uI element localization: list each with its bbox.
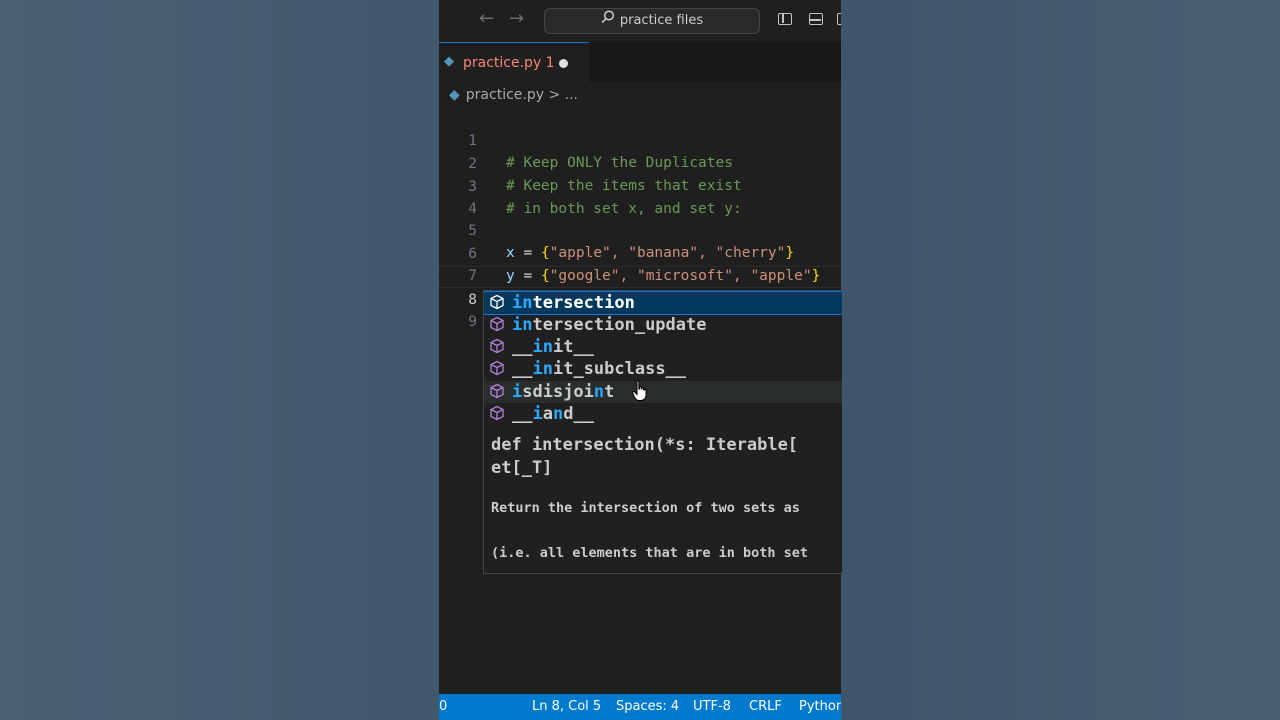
suggestion-label: isdisjoint bbox=[512, 382, 615, 402]
status-language[interactable]: Python bbox=[799, 694, 841, 720]
method-cube-icon bbox=[490, 294, 504, 310]
suggestion-label: intersection_update bbox=[512, 315, 707, 335]
status-encoding[interactable]: UTF-8 bbox=[693, 694, 731, 720]
search-text: practice files bbox=[619, 13, 704, 28]
suggestion-label: __init__ bbox=[512, 337, 594, 357]
method-cube-icon bbox=[490, 360, 504, 376]
suggest-widget: intersection intersection_update __init_… bbox=[483, 290, 842, 574]
suggestion-item[interactable]: __iand__ bbox=[484, 403, 842, 425]
forward-arrow-icon[interactable]: → bbox=[509, 8, 524, 29]
title-bar: ← → practice files bbox=[439, 0, 841, 43]
status-errors[interactable]: 0 bbox=[439, 694, 447, 720]
method-cube-icon bbox=[490, 383, 504, 399]
method-cube-icon bbox=[490, 405, 504, 421]
code-line: 2 # Keep the items that exist bbox=[439, 131, 841, 194]
tab-label: practice.py 1 bbox=[463, 55, 555, 71]
code-line: 1 # Keep ONLY the Duplicates bbox=[439, 108, 841, 171]
suggestion-item[interactable]: intersection bbox=[484, 291, 842, 315]
suggestion-label: __init_subclass__ bbox=[512, 359, 687, 379]
code-line: 3 # in both set x, and set y: bbox=[439, 154, 841, 217]
suggestion-label: __iand__ bbox=[512, 404, 594, 424]
status-bar: 0 Ln 8, Col 5 Spaces: 4 UTF-8 CRLF Pytho… bbox=[439, 694, 841, 720]
status-cursor-position[interactable]: Ln 8, Col 5 bbox=[532, 694, 601, 720]
breadcrumb-separator: > bbox=[548, 87, 561, 103]
signature: def intersection(*s: Iterable[ et[_T] bbox=[491, 435, 799, 478]
hand-pointer-icon bbox=[632, 380, 647, 401]
suggestion-item[interactable]: __init__ bbox=[484, 336, 842, 358]
suggestion-label: intersection bbox=[512, 293, 635, 313]
code-line: 7 bbox=[439, 243, 841, 284]
breadcrumb-ellipsis[interactable]: ... bbox=[565, 87, 578, 103]
python-file-icon: ◆ bbox=[444, 54, 454, 69]
line-number: 9 bbox=[468, 314, 477, 330]
breadcrumb: ◆ practice.py > ... bbox=[449, 87, 578, 103]
method-cube-icon bbox=[490, 338, 504, 354]
method-cube-icon bbox=[490, 316, 504, 332]
status-eol[interactable]: CRLF bbox=[749, 694, 782, 720]
suggestion-item[interactable]: __init_subclass__ bbox=[484, 358, 842, 380]
suggestion-details: def intersection(*s: Iterable[ et[_T] Re… bbox=[484, 426, 842, 573]
toggle-sidebar-icon[interactable] bbox=[778, 13, 792, 25]
doc-description: Return the intersection of two sets as bbox=[491, 500, 800, 516]
code-line: 5 x = {"apple", "banana", "cherry"} bbox=[439, 198, 841, 261]
current-code-line: 8 x.in bbox=[439, 266, 841, 330]
command-center-search[interactable]: practice files bbox=[544, 8, 760, 34]
toggle-panel-icon[interactable] bbox=[809, 13, 823, 25]
code-line: 4 bbox=[439, 176, 841, 217]
suggestion-item[interactable]: intersection_update bbox=[484, 314, 842, 336]
back-arrow-icon[interactable]: ← bbox=[479, 8, 494, 29]
toggle-secondary-sidebar-icon[interactable] bbox=[837, 13, 841, 25]
breadcrumb-file[interactable]: practice.py bbox=[466, 87, 544, 103]
status-indentation[interactable]: Spaces: 4 bbox=[616, 694, 679, 720]
unsaved-dot-icon[interactable] bbox=[559, 59, 568, 68]
doc-detail: (i.e. all elements that are in both set bbox=[491, 545, 808, 561]
python-file-icon: ◆ bbox=[449, 87, 460, 103]
search-icon bbox=[601, 9, 615, 33]
tab-bar: ◆ practice.py 1 bbox=[439, 42, 841, 83]
tab-practice-py[interactable]: ◆ practice.py 1 bbox=[439, 42, 589, 83]
suggestion-item[interactable]: isdisjoint bbox=[484, 381, 842, 403]
code-line: 6 y = {"google", "microsoft", "apple"} bbox=[439, 221, 841, 284]
